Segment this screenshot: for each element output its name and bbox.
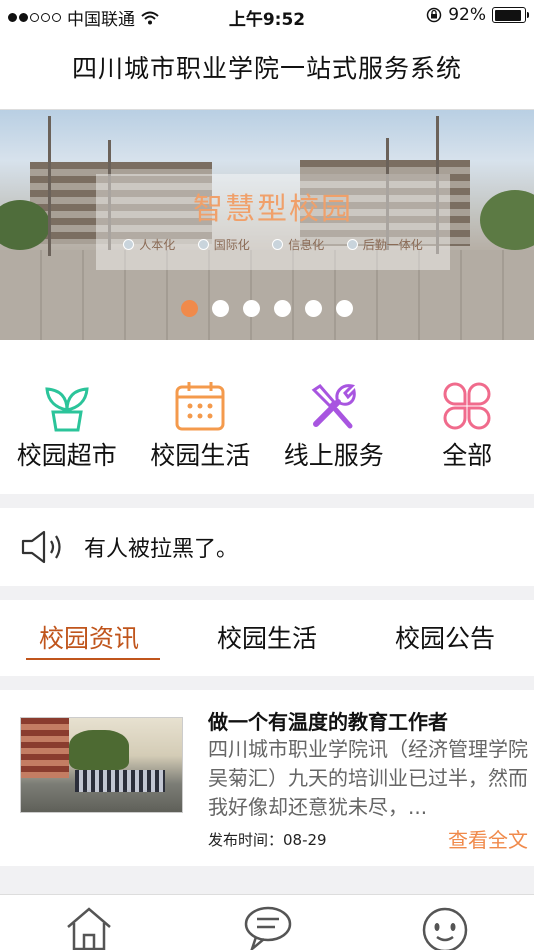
tab-campus-notice[interactable]: 校园公告 (356, 600, 534, 676)
tab-campus-life[interactable]: 校园生活 (178, 600, 356, 676)
quick-action-label: 全部 (442, 441, 493, 470)
news-title: 做一个有温度的教育工作者 (208, 710, 448, 734)
carousel-dot[interactable] (336, 300, 353, 317)
status-right: 92% (426, 5, 529, 25)
news-list-item[interactable]: 做一个有温度的教育工作者 四川城市职业学院讯（经济管理学院 吴菊汇）九天的培训业… (0, 690, 534, 866)
quick-action-online-service[interactable]: 线上服务 (267, 340, 401, 494)
carousel-dot[interactable] (305, 300, 322, 317)
quick-action-all[interactable]: 全部 (401, 340, 534, 494)
plant-icon (45, 387, 89, 432)
notice-bar[interactable]: 有人被拉黑了。 (0, 508, 534, 586)
bottom-nav (0, 894, 534, 950)
quick-action-campus-life[interactable]: 校园生活 (134, 340, 268, 494)
quick-actions-grid: 校园超市 校园生活 线上服务 全部 (0, 340, 534, 494)
tab-campus-news[interactable]: 校园资讯 (0, 600, 178, 676)
quick-action-label: 线上服务 (283, 441, 384, 470)
banner-tag: 后勤一体化 (347, 236, 423, 253)
banner-carousel[interactable]: 智慧型校园 人本化 国际化 信息化 后勤一体化 (0, 110, 534, 340)
news-date: 发布时间：08-29 (208, 829, 327, 850)
news-date-value: 08-29 (283, 831, 327, 849)
quick-action-supermarket[interactable]: 校园超市 (0, 340, 134, 494)
page-title: 四川城市职业学院一站式服务系统 (71, 54, 462, 83)
news-summary: 四川城市职业学院讯（经济管理学院 吴菊汇）九天的培训业已过半，然而我好像却还意犹… (208, 737, 528, 819)
quick-action-label: 校园超市 (16, 441, 117, 470)
banner-tags: 人本化 国际化 信息化 后勤一体化 (96, 236, 450, 253)
home-icon[interactable] (64, 905, 114, 950)
banner-tree-right (480, 190, 534, 250)
battery-percent: 92% (448, 5, 486, 25)
notice-text: 有人被拉黑了。 (84, 537, 239, 562)
app-header: 四川城市职业学院一站式服务系统 (0, 32, 534, 110)
battery-icon (492, 7, 529, 23)
news-date-label: 发布时间： (208, 831, 284, 849)
banner-title: 智慧型校园 (193, 192, 353, 227)
read-more-link[interactable]: 查看全文 (448, 824, 528, 853)
profile-face-icon[interactable] (420, 905, 470, 950)
carousel-dot[interactable] (243, 300, 260, 317)
rotation-lock-icon (426, 7, 442, 23)
carousel-dot[interactable] (274, 300, 291, 317)
carousel-dot[interactable] (181, 300, 198, 317)
banner-tag: 国际化 (198, 236, 250, 253)
clover-icon (443, 382, 491, 430)
banner-tag: 人本化 (123, 236, 175, 253)
speaker-icon (21, 530, 61, 564)
quick-action-label: 校园生活 (150, 441, 251, 470)
message-icon[interactable] (242, 905, 294, 950)
status-bar: 中国联通 上午9:52 92% (0, 0, 534, 32)
calendar-icon (175, 382, 225, 431)
tools-icon (311, 384, 356, 429)
news-tabs: 校园资讯 校园生活 校园公告 (0, 600, 534, 676)
carousel-dot[interactable] (212, 300, 229, 317)
banner-lamp-pole (48, 116, 51, 256)
banner-tag: 信息化 (272, 236, 324, 253)
news-thumbnail (20, 717, 183, 813)
carousel-indicator[interactable] (0, 300, 534, 317)
